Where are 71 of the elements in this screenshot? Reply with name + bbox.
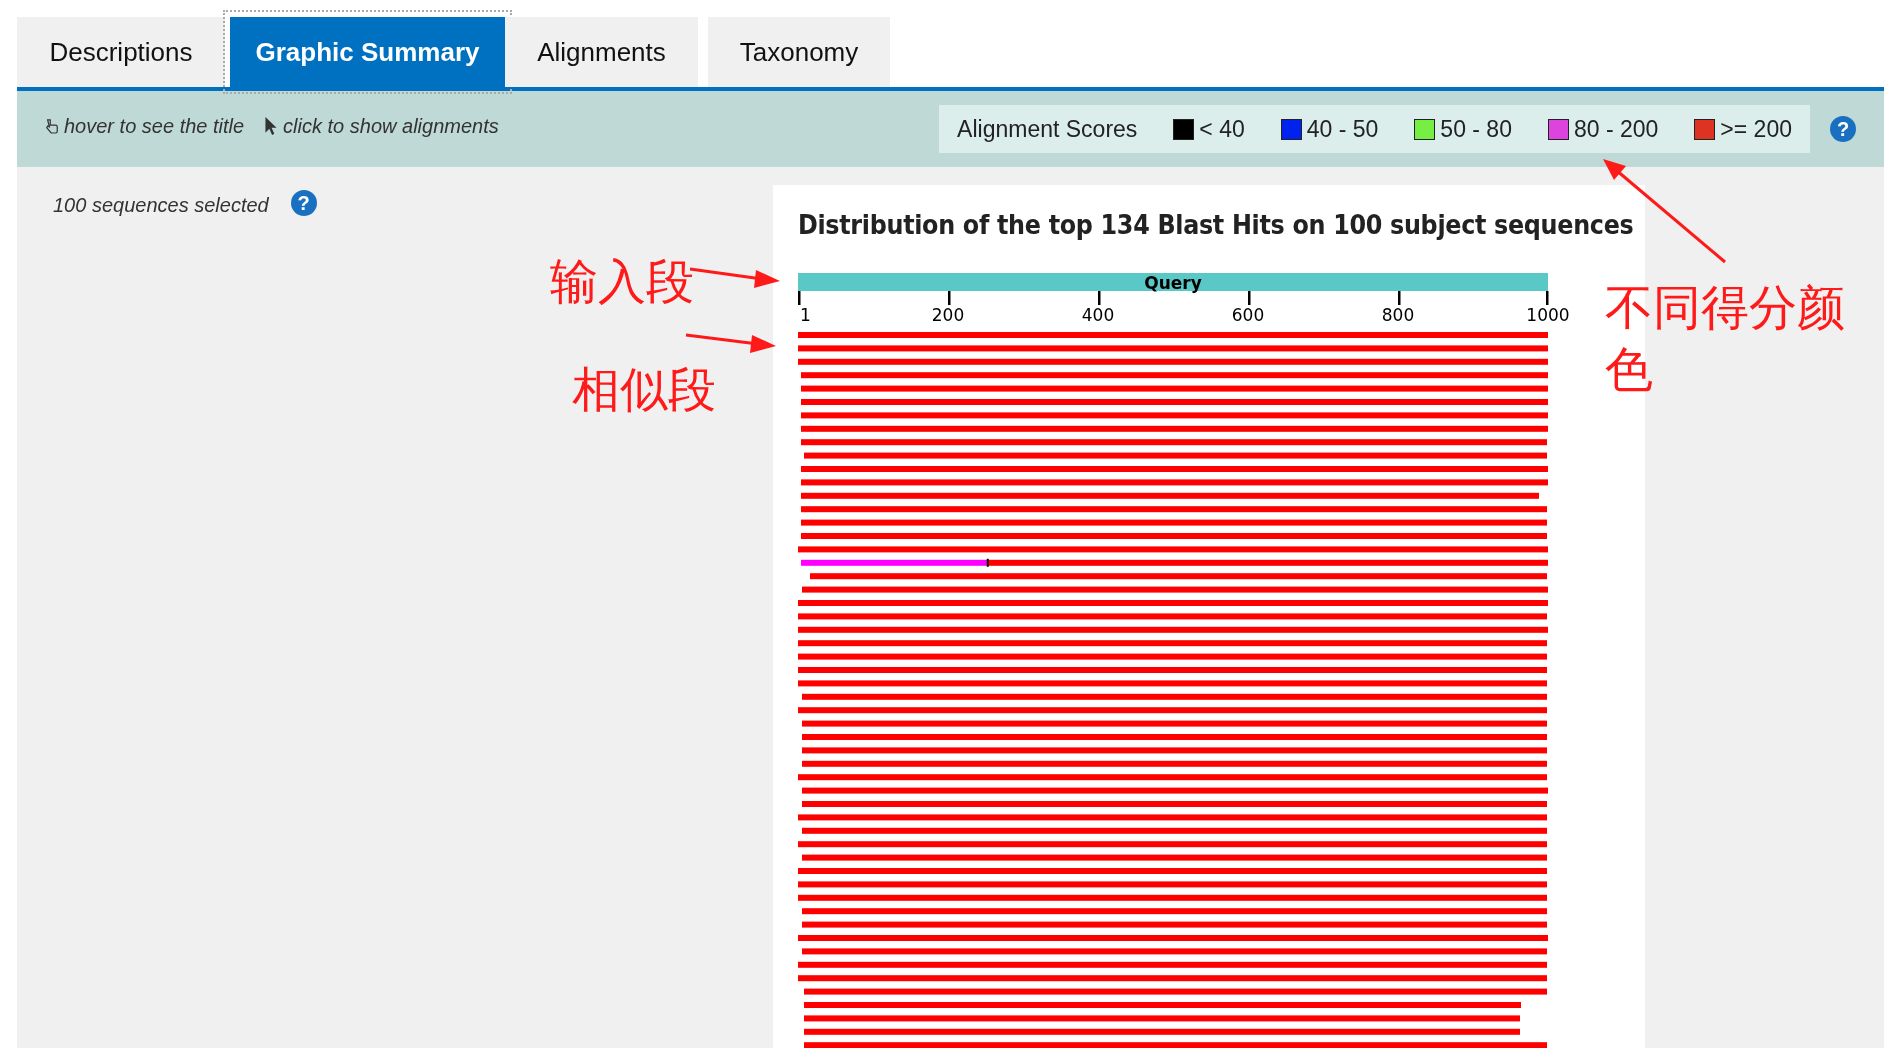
hit-segment[interactable] — [802, 827, 1547, 834]
hit-segment[interactable] — [801, 479, 1548, 486]
legend-label: 80 - 200 — [1573, 115, 1659, 143]
hit-segment[interactable] — [798, 961, 1547, 968]
pointing-hand-icon — [45, 116, 59, 136]
hit-segment[interactable] — [798, 881, 1547, 888]
query-bar: Query — [798, 273, 1548, 291]
hit-segment[interactable] — [798, 613, 1547, 620]
annotation-text: 输入段 — [550, 252, 694, 311]
hit-segment[interactable] — [801, 372, 1548, 379]
hint-text: click to show alignments — [283, 114, 499, 138]
hit-segment[interactable] — [804, 452, 1547, 459]
hit-segment[interactable] — [798, 626, 1548, 633]
help-icon[interactable]: ? — [290, 190, 317, 216]
hit-segment[interactable] — [804, 1028, 1520, 1035]
tick-label: 400 — [1081, 305, 1115, 325]
legend-label: < 40 — [1199, 115, 1245, 143]
hit-segment[interactable] — [801, 439, 1547, 446]
hit-segment[interactable] — [798, 546, 1548, 553]
annotation-text: 不同得分颜色 — [1605, 278, 1846, 400]
hit-segment[interactable] — [802, 921, 1547, 928]
tick-label: 1 — [800, 305, 811, 325]
hit-segment[interactable] — [798, 975, 1547, 982]
annotation-text: 相似段 — [572, 360, 716, 419]
hit-segment[interactable] — [798, 841, 1547, 848]
hit-segment[interactable] — [987, 559, 1548, 566]
hit-segment[interactable] — [798, 358, 1548, 365]
tick-label: 800 — [1381, 305, 1415, 325]
hit-segment[interactable] — [801, 559, 988, 566]
tick-label: 1000 — [1526, 305, 1570, 325]
tab[interactable]: Taxonomy — [708, 17, 890, 87]
legend-label: 50 - 80 — [1440, 115, 1512, 143]
chart-title: Distribution of the top 134 Blast Hits on 100 subject sequences — [798, 209, 1635, 240]
hit-segment[interactable] — [798, 680, 1547, 687]
hit-segment[interactable] — [798, 814, 1547, 821]
hit-segment[interactable] — [798, 345, 1548, 352]
hit-segment[interactable] — [801, 506, 1547, 513]
selection-count: 100 sequences selected — [53, 194, 269, 217]
help-icon[interactable]: ? — [1830, 116, 1856, 142]
legend-title: Alignment Scores — [957, 115, 1138, 143]
tab[interactable]: Descriptions — [17, 17, 225, 87]
hit-segment[interactable] — [798, 774, 1547, 781]
hit-segment[interactable] — [804, 988, 1547, 995]
legend-label: 40 - 50 — [1306, 115, 1379, 143]
hit-segment[interactable] — [802, 720, 1547, 727]
hit-segment[interactable] — [798, 894, 1547, 901]
hit-segment[interactable] — [801, 425, 1548, 432]
tick-label: 600 — [1231, 305, 1265, 325]
hit-segment[interactable] — [798, 653, 1547, 660]
hit-segment[interactable] — [801, 412, 1548, 419]
hit-segment[interactable] — [801, 385, 1548, 392]
hit-segment[interactable] — [802, 787, 1548, 794]
hit-segment[interactable] — [802, 693, 1547, 700]
tab[interactable]: Graphic Summary — [230, 17, 505, 87]
hit-segment[interactable] — [801, 492, 1539, 499]
hit-segment[interactable] — [802, 586, 1548, 593]
hit-segment[interactable] — [798, 707, 1547, 714]
hint-text: hover to see the title — [64, 114, 245, 138]
hit-segment[interactable] — [802, 760, 1547, 767]
hit-segment[interactable] — [804, 1015, 1520, 1022]
hit-segment[interactable] — [810, 573, 1547, 580]
tick-label: 200 — [931, 305, 965, 325]
legend-label: >= 200 — [1720, 115, 1792, 143]
hit-segment[interactable] — [802, 908, 1547, 915]
hit-segment[interactable] — [802, 747, 1547, 754]
hit-segment[interactable] — [798, 640, 1547, 647]
hit-segment[interactable] — [801, 519, 1547, 526]
tab[interactable]: Alignments — [505, 17, 698, 87]
cursor-icon — [264, 116, 279, 136]
hit-segment[interactable] — [802, 948, 1547, 955]
hit-segment[interactable] — [802, 854, 1547, 861]
